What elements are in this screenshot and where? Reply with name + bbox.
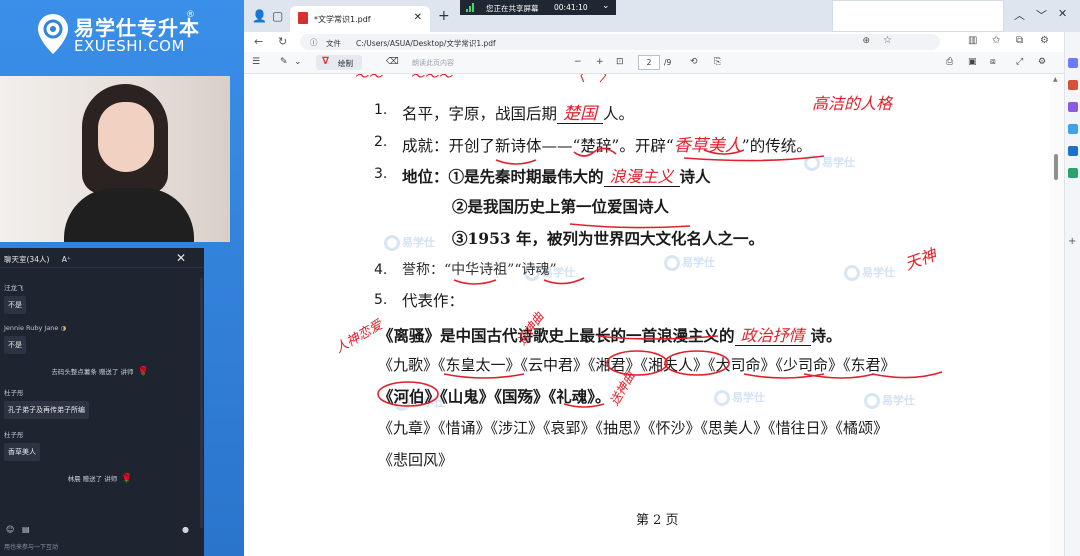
chat-header: 聊天室(34人) A⁺ ✕ — [0, 248, 204, 268]
back-icon[interactable]: ← — [254, 35, 263, 48]
draw-icon: ∇ — [322, 56, 329, 67]
chat-message: 孔子弟子及再传弟子所编 — [4, 401, 89, 419]
gift-notice: 林晨 赠送了 讲师 🌹 — [67, 474, 133, 484]
save-as-icon[interactable]: ⧈ — [990, 57, 996, 67]
fullscreen-icon[interactable]: ⤢ — [1016, 57, 1023, 67]
tab-title: *文学常识1.pdf — [314, 15, 371, 24]
scroll-up-icon[interactable]: ▲ — [1053, 76, 1058, 83]
copilot-icon[interactable] — [1068, 58, 1078, 68]
tools-icon[interactable] — [1068, 102, 1078, 112]
favorite-star-icon[interactable]: ☆ — [883, 35, 892, 46]
settings-icon[interactable]: ⚙ — [1038, 57, 1046, 67]
tab-pdf[interactable]: *文学常识1.pdf ✕ — [290, 6, 430, 32]
zoom-in-icon[interactable]: + — [596, 57, 604, 67]
edge-sidebar: + — [1064, 32, 1080, 556]
rotate-icon[interactable]: ⟲ — [690, 57, 698, 67]
extensions-icon[interactable]: ⚙ — [1040, 35, 1049, 46]
tab-close-icon[interactable]: ✕ — [414, 12, 422, 23]
chat-room: 聊天室(34人) A⁺ ✕ 汪龙飞 不是 Jennie Ruby Jane ◑ … — [0, 248, 204, 556]
chat-message: 不是 — [4, 336, 26, 354]
address-url[interactable]: C:/Users/ASUA/Desktop/文学常识1.pdf — [356, 38, 496, 49]
page-view-icon[interactable]: ⎘ — [714, 57, 721, 67]
chat-tools: ☺ ▤ ● — [0, 524, 204, 538]
image-icon[interactable]: ▤ — [22, 525, 30, 534]
chat-input[interactable]: 用也来参与一下互动 — [0, 542, 204, 551]
chat-sender: Jennie Ruby Jane ◑ — [4, 324, 67, 332]
games-icon[interactable] — [1068, 168, 1078, 178]
scroll-thumb[interactable] — [1054, 154, 1058, 180]
address-label: 文件 — [326, 39, 341, 48]
chat-sender: 杜子彤 — [4, 431, 24, 439]
page-number-label: 第 2 页 — [636, 513, 679, 528]
eraser-icon[interactable]: ⌫ — [386, 57, 399, 67]
font-size-button[interactable]: A⁺ — [62, 255, 71, 264]
chat-sender: 汪龙飞 — [4, 284, 24, 292]
address-bar-row: ← ↻ ⓘ 文件 C:/Users/ASUA/Desktop/文学常识1.pdf… — [244, 32, 1064, 52]
chat-messages: 汪龙飞 不是 Jennie Ruby Jane ◑ 不是 去码头整点薯条 赠送了… — [0, 272, 200, 492]
page-number-input[interactable]: 2 — [638, 55, 660, 70]
chat-message: 不是 — [4, 296, 26, 314]
zoom-out-icon[interactable]: − — [574, 57, 582, 67]
draw-button[interactable]: ∇ 绘制 — [316, 55, 362, 70]
chevron-down-icon[interactable]: ⌄ — [294, 57, 302, 67]
add-icon[interactable]: + — [1068, 236, 1076, 247]
chat-sender: 杜子彤 — [4, 389, 24, 397]
screen-share-bar: 您正在共享屏幕 00:41:10 ⌄ — [460, 0, 616, 15]
collections-icon[interactable]: ⧉ — [1016, 35, 1023, 46]
browser-window: 👤 ▢ *文学常识1.pdf ✕ + 您正在共享屏幕 00:41:10 ⌄ ︿ … — [244, 0, 1080, 556]
ink-strokes — [377, 147, 943, 408]
profile-icon[interactable]: 👤 — [252, 9, 267, 23]
pdf-toolbar: ☰ ✎ ⌄ ∇ 绘制 ⌫ 朗读此页内容 − + ⊡ 2 /9 ⟲ ⎘ ⎙ ▣ ⧈… — [244, 52, 1064, 74]
highlight-icon[interactable]: ✎ — [280, 57, 288, 67]
rose-icon: 🌹 — [121, 474, 133, 484]
read-aloud-button[interactable]: 朗读此页内容 — [412, 58, 454, 68]
chat-title: 聊天室(34人) — [4, 255, 50, 264]
popup-panel — [832, 0, 1004, 32]
discover-icon[interactable] — [1068, 124, 1078, 134]
save-icon[interactable]: ▣ — [968, 57, 977, 67]
tab-bar: 👤 ▢ *文学常识1.pdf ✕ + 您正在共享屏幕 00:41:10 ⌄ ︿ … — [244, 0, 1080, 32]
page-total: /9 — [664, 58, 672, 67]
brand-reg: ® — [186, 10, 195, 20]
zoom-icon[interactable]: ⊕ — [862, 36, 870, 46]
avatar-icon: ◑ — [60, 324, 67, 332]
emoji-icon[interactable]: ☺ — [6, 525, 14, 534]
new-tab-button[interactable]: + — [438, 8, 450, 24]
more-icon[interactable]: ● — [182, 525, 189, 534]
chat-scrollbar[interactable] — [200, 278, 203, 528]
logo-mark-icon — [38, 14, 68, 54]
split-screen-icon[interactable]: ▥ — [968, 35, 977, 46]
vertical-scrollbar[interactable]: ▲ — [1050, 74, 1064, 556]
chat-message: 香草美人 — [4, 443, 40, 461]
share-timer: 00:41:10 — [554, 3, 588, 12]
close-icon[interactable]: ✕ — [1058, 7, 1067, 20]
left-panel: 易学仕专升本 ® EXUESHI.COM 聊天室(34人) A⁺ ✕ 汪龙飞 不… — [0, 0, 244, 556]
favorites-icon[interactable]: ✩ — [992, 35, 1000, 46]
refresh-icon[interactable]: ↻ — [278, 35, 287, 48]
outlook-icon[interactable] — [1068, 146, 1078, 156]
pdf-icon — [298, 12, 308, 24]
print-icon[interactable]: ⎙ — [946, 57, 953, 67]
draw-label: 绘制 — [338, 59, 353, 68]
shopping-icon[interactable] — [1068, 80, 1078, 90]
chevron-down-icon[interactable]: ⌄ — [602, 1, 610, 11]
chevron-down-icon[interactable]: ﹀ — [1036, 7, 1047, 23]
chevron-up-icon[interactable]: ︿ — [1014, 7, 1025, 23]
rose-icon: 🌹 — [137, 367, 149, 377]
share-status: 您正在共享屏幕 — [486, 4, 539, 13]
chat-close-icon[interactable]: ✕ — [176, 251, 186, 265]
info-icon[interactable]: ⓘ — [310, 37, 318, 48]
contents-icon[interactable]: ☰ — [252, 57, 260, 67]
brand-logo: 易学仕专升本 ® EXUESHI.COM — [36, 10, 206, 60]
tab-actions-icon[interactable]: ▢ — [272, 9, 283, 23]
brand-name-en: EXUESHI.COM — [74, 37, 185, 55]
signal-icon — [466, 3, 474, 12]
gift-notice: 去码头整点薯条 赠送了 讲师 🌹 — [51, 367, 149, 377]
webcam-video — [0, 76, 230, 242]
pdf-page: 易学仕 易学仕 易学仕 易学仕 易学仕 易学仕 易学仕 易学仕 ～～ ～～～ 〈… — [244, 74, 1050, 556]
address-bar[interactable]: ⓘ 文件 C:/Users/ASUA/Desktop/文学常识1.pdf ⊕ ☆ — [300, 34, 940, 50]
fit-page-icon[interactable]: ⊡ — [616, 57, 624, 67]
